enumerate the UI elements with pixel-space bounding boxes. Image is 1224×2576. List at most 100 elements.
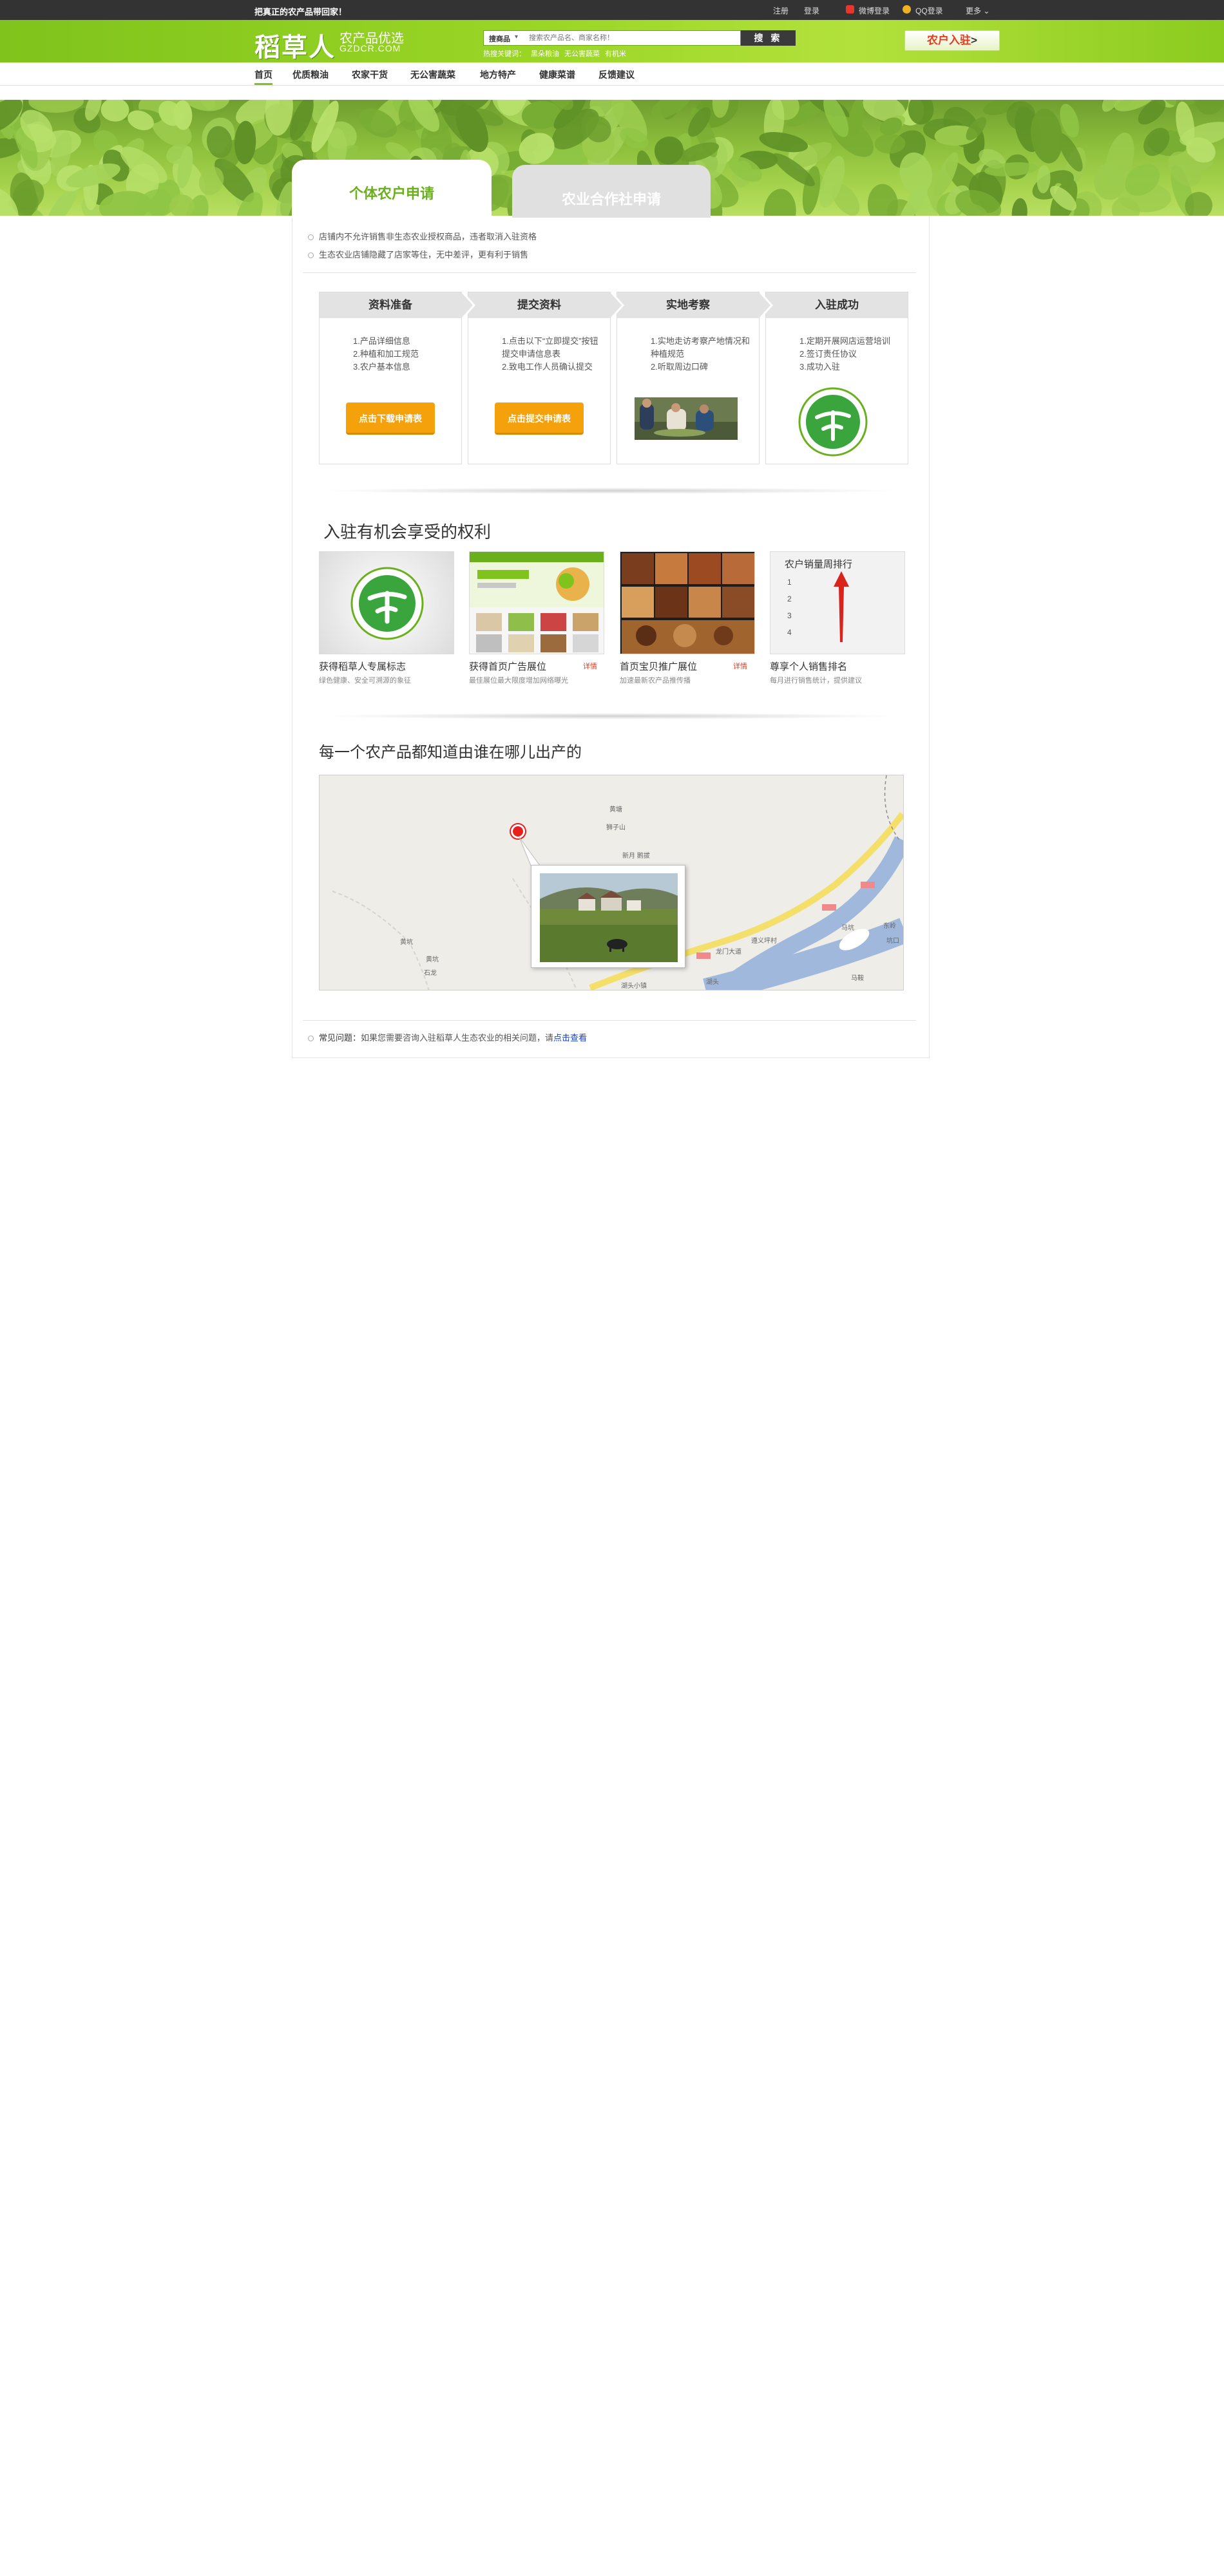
notice-text: 生态农业店铺隐藏了店家等住，无中差评，更有利于销售 [319, 250, 529, 260]
benefit-title: 首页宝贝推广展位 [620, 661, 698, 672]
search-box: 搜商品 ▾ [483, 30, 741, 46]
tab-cooperative-label: 农业合作社申请 [561, 191, 661, 207]
site-logo[interactable]: 稻草人 [254, 26, 336, 64]
map-place-label: 湖头小镇 [621, 983, 647, 990]
scarecrow-seal-icon [798, 387, 868, 457]
benefit-card-product-promo[interactable] [620, 551, 755, 654]
step-title: 入驻成功 [766, 292, 908, 318]
ranking-number: 2 [787, 594, 792, 603]
lettuce-leaf [1011, 198, 1028, 216]
map-place-label: 黄塘 [609, 806, 622, 813]
step-line: 3.成功入驻 [799, 362, 840, 372]
nav-item-recipes[interactable]: 健康菜谱 [539, 68, 575, 81]
divider [303, 272, 916, 273]
section-divider [319, 488, 902, 494]
origin-popup [531, 865, 685, 968]
map-place-label: 新月 鹅拔 [622, 853, 650, 860]
hot-keywords: 热搜关键词： 黑朵粮油 无公害蔬菜 有机米 [483, 48, 631, 59]
notice-line: 生态农业店铺隐藏了店家等住，无中差评，更有利于销售 [308, 248, 528, 260]
map-place-label: 黄坑 [400, 939, 413, 946]
step-card-submit: 提交资料 1.点击以下“立即提交”按钮提交申请信息表 2.致电工作人员确认提交 [468, 292, 624, 464]
header: 稻草人 农产品优选 GZDCR.COM 搜商品 ▾ 搜 索 热搜关键词：黑朵粮油… [0, 20, 1224, 62]
step-line: 2.听取周边口碑 [651, 362, 708, 372]
more-label: 更多 [966, 6, 982, 15]
benefit-card-badge [319, 551, 454, 654]
nav-item-feedback[interactable]: 反馈建议 [598, 68, 635, 81]
ranking-number: 4 [787, 628, 792, 637]
section-divider [319, 713, 902, 719]
search-category-select[interactable]: 搜商品 [489, 33, 510, 44]
search-button[interactable]: 搜 索 [741, 30, 796, 46]
scarecrow-seal-icon [350, 567, 424, 640]
nav-item-dried-goods[interactable]: 农家干货 [352, 68, 388, 81]
benefit-title: 获得稻草人专属标志 [319, 661, 406, 672]
join-label-farmer: 农户 [927, 34, 950, 46]
hot-keyword[interactable]: 无公害蔬菜 [564, 50, 600, 58]
origin-location-pin-icon[interactable] [511, 824, 525, 838]
download-form-button[interactable]: 点击下载申请表 [346, 402, 435, 435]
step-line: 2.签订责任协议 [799, 349, 857, 359]
step-card-prepare: 资料准备 1.产品详细信息 2.种植和加工规范 3.农户基本信息 [319, 292, 475, 464]
nav-item-grain-oil[interactable]: 优质粮油 [292, 68, 329, 81]
more-menu[interactable]: 更多 ⌄ [966, 5, 990, 16]
ranking-number: 3 [787, 611, 792, 620]
benefit-title: 尊享个人销售排名 [770, 661, 848, 672]
logo-domain: GZDCR.COM [339, 43, 401, 53]
join-arrow-icon: > [971, 34, 977, 46]
farm-field-photo [540, 873, 678, 962]
register-link[interactable]: 注册 [773, 5, 789, 16]
hot-keywords-label: 热搜关键词： [483, 50, 526, 58]
tab-individual-farmer[interactable]: 个体农户申请 [292, 160, 492, 218]
hot-keyword[interactable]: 黑朵粮油 [531, 50, 559, 58]
search-input[interactable] [529, 33, 735, 43]
tab-cooperative[interactable]: 农业合作社申请 [512, 165, 711, 218]
main-nav: 首页 优质粮油 农家干货 无公害蔬菜 地方特产 健康菜谱 反馈建议 [0, 62, 1224, 86]
nav-item-local-specialty[interactable]: 地方特产 [480, 68, 516, 81]
lettuce-leaf [763, 189, 796, 216]
hot-keyword[interactable]: 有机米 [605, 50, 626, 58]
step-line: 2.致电工作人员确认提交 [502, 362, 593, 372]
faq-label: 常见问题： [319, 1033, 361, 1043]
faq-view-link[interactable]: 点击查看 [553, 1033, 587, 1043]
qq-icon[interactable] [903, 5, 911, 14]
map-place-label: 马坑 [841, 925, 854, 932]
benefit-desc: 加速最新农产品推传播 [620, 677, 691, 685]
map-place-label: 石龙 [424, 970, 437, 977]
faq-text: 如果您需要咨询入驻稻草人生态农业的相关问题，请 [361, 1033, 554, 1043]
top-bar: 把真正的农产品带回家！ 注册 登录 微博登录 QQ登录 更多 ⌄ [0, 0, 1224, 20]
benefit-details-link[interactable]: 详情 [583, 661, 597, 671]
nav-item-vegetables[interactable]: 无公害蔬菜 [410, 68, 455, 81]
ranking-number: 1 [787, 578, 792, 587]
weibo-login-link[interactable]: 微博登录 [859, 5, 890, 16]
map-place-label: 狮子山 [606, 824, 626, 831]
step-title: 提交资料 [468, 292, 610, 318]
weibo-icon[interactable] [846, 5, 854, 14]
step-title: 实地考察 [617, 292, 759, 318]
benefit-details-link[interactable]: 详情 [733, 661, 747, 671]
login-link[interactable]: 登录 [804, 5, 819, 16]
product-promo-screenshot [620, 552, 754, 654]
lettuce-leaf [651, 100, 691, 119]
notice-text: 店铺内不允许销售非生态农业授权商品，违者取消入驻资格 [319, 232, 537, 242]
nav-item-home[interactable]: 首页 [254, 68, 273, 85]
farmer-join-button[interactable]: 农户入驻> [904, 30, 1000, 51]
step-arrow-icon [759, 292, 770, 318]
chevron-down-icon: ⌄ [983, 6, 990, 15]
step-line: 2.种植和加工规范 [353, 349, 419, 359]
benefit-card-homepage-ad[interactable] [469, 551, 604, 654]
qq-login-link[interactable]: QQ登录 [915, 5, 943, 16]
rank-up-arrow-icon [834, 571, 849, 642]
step-line: 1.实地走访考察产地情况和种植规范 [651, 336, 750, 359]
tab-individual-label: 个体农户申请 [349, 185, 434, 202]
site-slogan: 把真正的农产品带回家！ [254, 7, 347, 17]
bullet-icon [308, 252, 314, 258]
benefits-heading: 入驻有机会享受的权利 [323, 522, 492, 542]
map-place-label: 马鞍 [851, 975, 864, 982]
chevron-down-icon: ▾ [515, 33, 519, 41]
step-line: 1.定期开展网店运营培训 [799, 336, 890, 346]
benefit-card-ranking: 农户销量周排行 1 2 3 4 [770, 551, 905, 654]
notice-line: 店铺内不允许销售非生态农业授权商品，违者取消入驻资格 [308, 230, 537, 242]
faq-line: 常见问题：如果您需要咨询入驻稻草人生态农业的相关问题，请点击查看 [308, 1031, 587, 1043]
join-label-join: 入驻 [949, 34, 971, 46]
submit-form-button[interactable]: 点击提交申请表 [495, 402, 584, 435]
